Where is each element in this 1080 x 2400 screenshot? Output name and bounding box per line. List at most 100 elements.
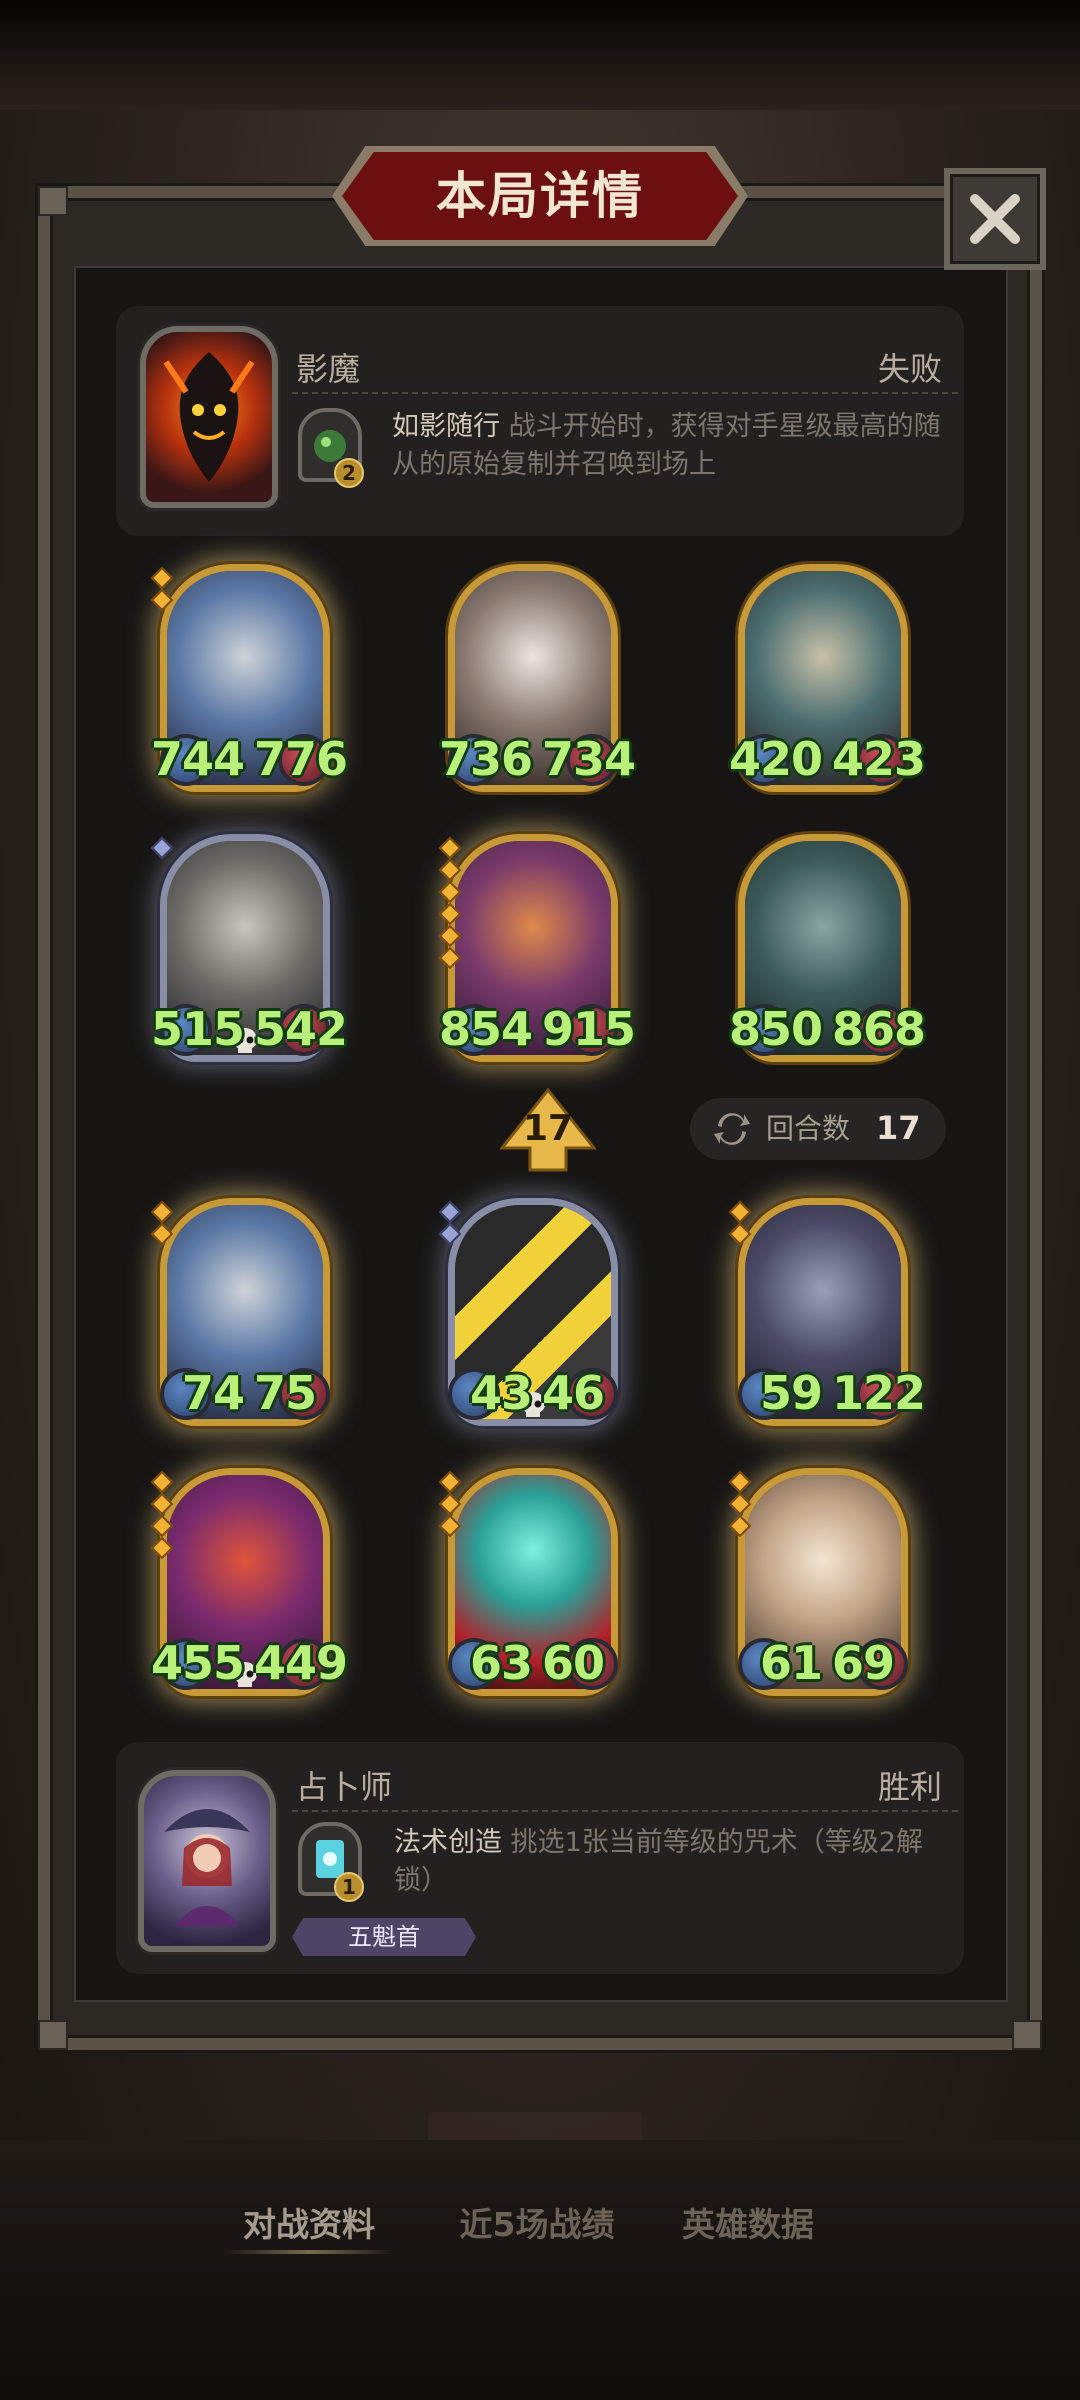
star-icon xyxy=(728,1492,752,1516)
star-rank xyxy=(150,1200,174,1248)
star-icon xyxy=(438,1200,462,1224)
star-icon xyxy=(728,1200,752,1224)
attack-value: 744 xyxy=(150,732,245,786)
fortune-teller-icon xyxy=(164,1809,250,1926)
bottom-tab-bar xyxy=(0,2140,1080,2400)
star-icon xyxy=(438,858,462,882)
player-result: 胜利 xyxy=(877,1768,942,1806)
star-icon xyxy=(150,1492,174,1516)
health-value: 423 xyxy=(832,732,926,786)
player-skill-description: 法术创造 挑选1张当前等级的咒术（等级2解锁） xyxy=(394,1824,954,1900)
attack-value: 515 xyxy=(150,1002,245,1056)
divider xyxy=(292,1810,958,1812)
opponent-minion-card[interactable]: 736 734 xyxy=(438,564,636,814)
health-value: 542 xyxy=(254,1002,348,1056)
star-rank xyxy=(150,566,174,614)
star-icon xyxy=(438,946,462,970)
star-icon xyxy=(438,1470,462,1494)
star-icon xyxy=(150,566,174,590)
star-icon xyxy=(438,924,462,948)
star-icon xyxy=(150,1514,174,1538)
star-icon xyxy=(150,1536,174,1560)
round-value: 17 xyxy=(876,1109,921,1147)
player-minion-card[interactable]: 74 75 xyxy=(150,1198,340,1448)
round-arrow-number: 17 xyxy=(522,1108,574,1149)
star-rank xyxy=(150,1470,174,1562)
attack-value: 854 xyxy=(438,1002,533,1056)
frame-corner xyxy=(38,2020,68,2050)
player-hero-portrait[interactable] xyxy=(138,1770,276,1952)
tab-hero-data[interactable]: 英雄数据 xyxy=(668,2200,828,2250)
star-rank xyxy=(438,1470,462,1540)
star-rank xyxy=(150,836,174,862)
star-icon xyxy=(728,1470,752,1494)
refresh-icon xyxy=(714,1113,750,1145)
dialog-title: 本局详情 xyxy=(436,167,644,225)
rank-badge: 五魁首 xyxy=(292,1918,476,1956)
game-screen: 本局详情 影魔 失败 2 如影随行 战斗开始时，获得对手星级最高的随从的原始复制… xyxy=(0,0,1080,2400)
attack-value: 455 xyxy=(150,1636,245,1690)
top-background xyxy=(0,0,1080,110)
health-value: 868 xyxy=(832,1002,926,1056)
opponent-result: 失败 xyxy=(877,350,942,388)
star-icon xyxy=(438,1222,462,1246)
opponent-minion-card[interactable]: 744 776 xyxy=(150,564,348,814)
health-value: 734 xyxy=(542,732,636,786)
active-tab-indicator xyxy=(224,2250,394,2254)
star-icon xyxy=(438,1514,462,1538)
star-rank xyxy=(438,1200,462,1248)
star-rank xyxy=(728,1470,752,1540)
health-value: 60 xyxy=(542,1636,605,1690)
star-icon xyxy=(438,1492,462,1516)
attack-value: 420 xyxy=(728,732,823,786)
health-value: 776 xyxy=(254,732,348,786)
attack-value: 850 xyxy=(728,1002,823,1056)
attack-value: 43 xyxy=(469,1366,533,1420)
tab-recent-matches[interactable]: 近5场战绩 xyxy=(432,2200,642,2250)
star-rank xyxy=(728,1200,752,1248)
attack-value: 61 xyxy=(759,1636,823,1690)
opponent-skill-name: 如影随行 xyxy=(392,411,500,442)
star-icon xyxy=(438,902,462,926)
round-label: 回合数 xyxy=(766,1112,851,1145)
opponent-minion-card[interactable]: 854 915 xyxy=(438,834,636,1084)
frame-corner xyxy=(38,186,68,216)
star-icon xyxy=(150,1200,174,1224)
close-button[interactable] xyxy=(944,168,1046,270)
star-icon xyxy=(728,1222,752,1246)
attack-value: 736 xyxy=(438,732,533,786)
player-skill-level: 1 xyxy=(334,1872,364,1902)
opponent-skill-description: 如影随行 战斗开始时，获得对手星级最高的随从的原始复制并召唤到场上 xyxy=(392,408,952,484)
player-minion-card[interactable]: 59 122 xyxy=(728,1198,926,1448)
opponent-minion-card[interactable]: 420 423 xyxy=(728,564,926,814)
player-minion-card[interactable]: 43 46 xyxy=(438,1198,628,1448)
health-value: 449 xyxy=(254,1636,348,1690)
opponent-hero-name: 影魔 xyxy=(296,350,361,388)
opponent-minion-card[interactable]: 515 542 xyxy=(150,834,348,1084)
health-value: 75 xyxy=(254,1366,317,1420)
player-hero-name: 占卜师 xyxy=(296,1768,393,1806)
player-minion-card[interactable]: 63 60 xyxy=(438,1468,628,1718)
star-icon xyxy=(150,588,174,612)
divider xyxy=(292,392,958,394)
player-minion-card[interactable]: 455 449 xyxy=(150,1468,348,1718)
frame-corner xyxy=(1012,2020,1042,2050)
star-icon xyxy=(438,880,462,904)
opponent-skill-level: 2 xyxy=(334,458,364,488)
health-value: 122 xyxy=(832,1366,926,1420)
health-value: 915 xyxy=(542,1002,636,1056)
health-value: 69 xyxy=(832,1636,895,1690)
health-value: 46 xyxy=(542,1366,605,1420)
opponent-minion-card[interactable]: 850 868 xyxy=(728,834,926,1084)
star-icon xyxy=(728,1514,752,1538)
attack-value: 63 xyxy=(469,1636,533,1690)
tab-match-data[interactable]: 对战资料 xyxy=(214,2200,404,2250)
star-icon xyxy=(150,1222,174,1246)
player-minion-card[interactable]: 61 69 xyxy=(728,1468,918,1718)
close-icon xyxy=(970,194,1020,244)
star-icon xyxy=(150,836,174,860)
opponent-hero-portrait[interactable] xyxy=(140,326,278,508)
attack-value: 74 xyxy=(181,1366,245,1420)
attack-value: 59 xyxy=(759,1366,823,1420)
player-skill-name: 法术创造 xyxy=(394,1827,502,1858)
